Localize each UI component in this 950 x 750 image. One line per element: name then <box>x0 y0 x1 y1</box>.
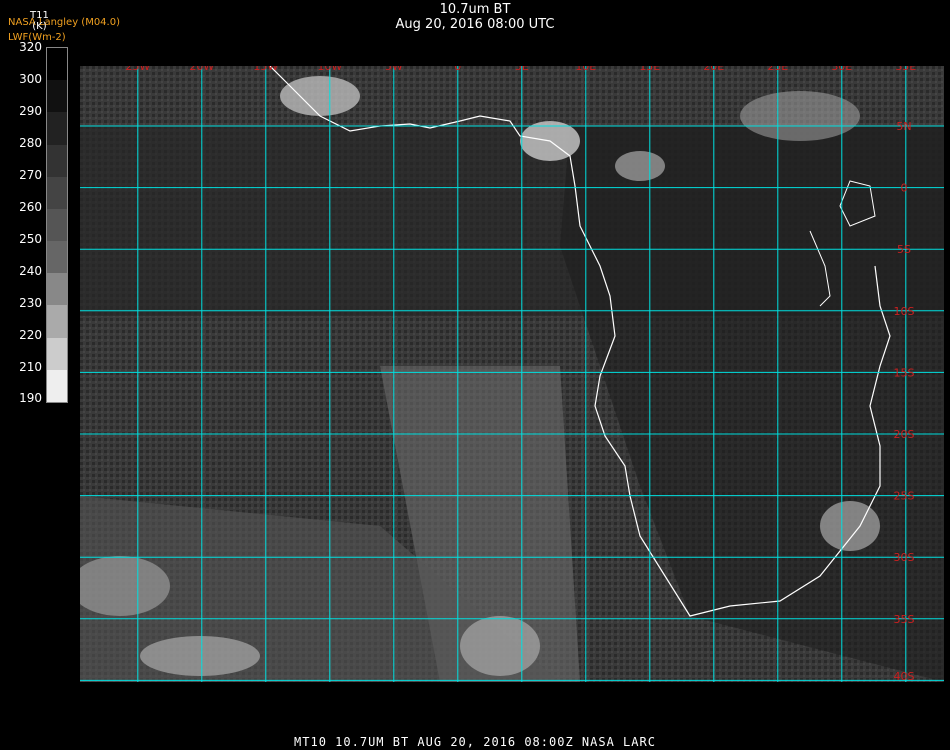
colorbar-segment <box>47 337 67 370</box>
longitude-label: 5E <box>515 66 529 73</box>
cloud <box>820 501 880 551</box>
colorbar-segment <box>47 369 67 402</box>
colorbar-unit-text: (K) <box>32 21 47 32</box>
colorbar-unit: T11 (K) <box>30 10 49 32</box>
longitude-label: 20W <box>189 66 214 73</box>
colorbar-tick-label: 190 <box>19 391 42 405</box>
colorbar-segment <box>47 273 67 306</box>
cloud <box>460 616 540 676</box>
latitude-label: 5S <box>897 243 911 256</box>
satellite-map[interactable]: 25W 20W 15W 10W 5W 0 5E 10E 15E 20E 25E 30E 35E 5N 0 5S… <box>80 66 944 682</box>
longitude-label: 30E <box>831 66 852 73</box>
colorbar-segment <box>47 48 67 81</box>
colorbar-tick-label: 320 <box>19 40 42 54</box>
colorbar-tick-label: 210 <box>19 360 42 374</box>
colorbar-segment <box>47 80 67 113</box>
colorbar-variable: T11 <box>30 10 49 21</box>
footer-caption: MT10 10.7UM BT AUG 20, 2016 08:00Z NASA … <box>294 735 656 749</box>
colorbar-segment <box>47 112 67 145</box>
image-timestamp: Aug 20, 2016 08:00 UTC <box>395 17 555 32</box>
colorbar-segment <box>47 241 67 274</box>
latitude-label: 25S <box>894 490 915 503</box>
longitude-label: 5W <box>385 66 403 73</box>
cloud <box>140 636 260 676</box>
longitude-label: 15W <box>253 66 278 73</box>
longitude-label: 10E <box>575 66 596 73</box>
colorbar-tick-label: 240 <box>19 264 42 278</box>
colorbar-segment <box>47 144 67 177</box>
cloud <box>280 76 360 116</box>
colorbar-tick-label: 260 <box>19 200 42 214</box>
colorbar <box>46 47 68 403</box>
colorbar-tick-label: 280 <box>19 136 42 150</box>
colorbar-tick-label: 300 <box>19 72 42 86</box>
colorbar-segment <box>47 305 67 338</box>
longitude-label: 35E <box>895 66 916 73</box>
longitude-label: 15E <box>639 66 660 73</box>
latitude-label: 30S <box>894 551 915 564</box>
colorbar-tick-label: 220 <box>19 328 42 342</box>
longitude-label: 0 <box>454 66 461 73</box>
latitude-label: 15S <box>894 366 915 379</box>
colorbar-segment <box>47 176 67 209</box>
image-title: 10.7um BT <box>439 2 511 17</box>
colorbar-tick-label: 290 <box>19 104 42 118</box>
latitude-label: 5N <box>896 120 911 133</box>
longitude-label: 25E <box>767 66 788 73</box>
credit-label: NASA Langley (M04.0) <box>8 17 120 28</box>
longitude-label: 10W <box>317 66 342 73</box>
colorbar-segment <box>47 208 67 242</box>
latitude-label: 10S <box>894 305 915 318</box>
latitude-label: 0 <box>901 182 908 195</box>
latitude-label: 35S <box>894 613 915 626</box>
colorbar-tick-label: 250 <box>19 232 42 246</box>
colorbar-tick-label: 270 <box>19 168 42 182</box>
latitude-label: 40S <box>894 670 915 682</box>
latitude-label: 20S <box>894 428 915 441</box>
colorbar-tick-label: 230 <box>19 296 42 310</box>
cloud <box>615 151 665 181</box>
longitude-label: 25W <box>125 66 150 73</box>
longitude-label: 20E <box>703 66 724 73</box>
